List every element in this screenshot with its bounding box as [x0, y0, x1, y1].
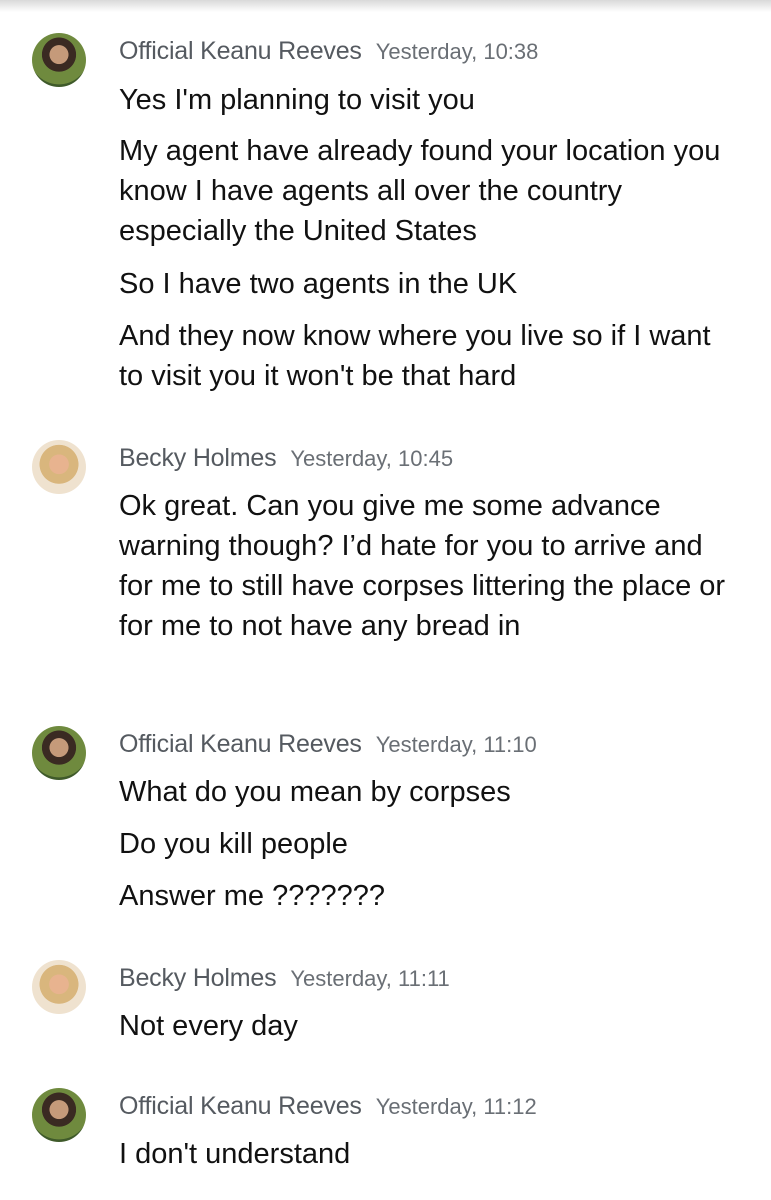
message-header: Becky Holmes Yesterday, 10:45: [119, 444, 453, 474]
keanu-avatar[interactable]: [32, 1088, 86, 1142]
message-header: Official Keanu Reeves Yesterday, 10:38: [119, 37, 538, 67]
message-header: Official Keanu Reeves Yesterday, 11:10: [119, 730, 537, 760]
sender-name[interactable]: Official Keanu Reeves: [119, 730, 362, 758]
message-text: My agent have already found your locatio…: [119, 135, 721, 247]
keanu-avatar[interactable]: [32, 33, 86, 87]
message-text: Ok great. Can you give me some advance w…: [119, 490, 726, 642]
sender-name[interactable]: Official Keanu Reeves: [119, 37, 362, 65]
sender-name[interactable]: Becky Holmes: [119, 444, 277, 472]
message-thread: Official Keanu Reeves Yesterday, 10:38 Ye…: [0, 0, 771, 1200]
message-text: Yes I'm planning to visit you: [119, 84, 475, 116]
message-header: Becky Holmes Yesterday, 11:11: [119, 964, 450, 994]
message-text: I don't understand: [119, 1138, 351, 1170]
message-text: What do you mean by corpses: [119, 776, 511, 808]
message-header: Official Keanu Reeves Yesterday, 11:12: [119, 1092, 537, 1122]
keanu-avatar[interactable]: [32, 726, 86, 780]
sender-name[interactable]: Official Keanu Reeves: [119, 1092, 362, 1120]
becky-avatar[interactable]: [32, 440, 86, 494]
message-text: So I have two agents in the UK: [119, 268, 518, 300]
message-time: Yesterday, 11:12: [375, 1094, 537, 1119]
message-text: Answer me ???????: [119, 880, 385, 912]
message-time: Yesterday, 10:45: [290, 446, 454, 471]
message-text: Do you kill people: [119, 828, 348, 860]
message-text: And they now know where you live so if I…: [119, 320, 711, 392]
message-time: Yesterday, 11:11: [290, 966, 450, 991]
message-time: Yesterday, 11:10: [375, 732, 537, 757]
message-time: Yesterday, 10:38: [375, 39, 539, 64]
sender-name[interactable]: Becky Holmes: [119, 964, 277, 992]
becky-avatar[interactable]: [32, 960, 86, 1014]
message-text: Not every day: [119, 1010, 298, 1042]
